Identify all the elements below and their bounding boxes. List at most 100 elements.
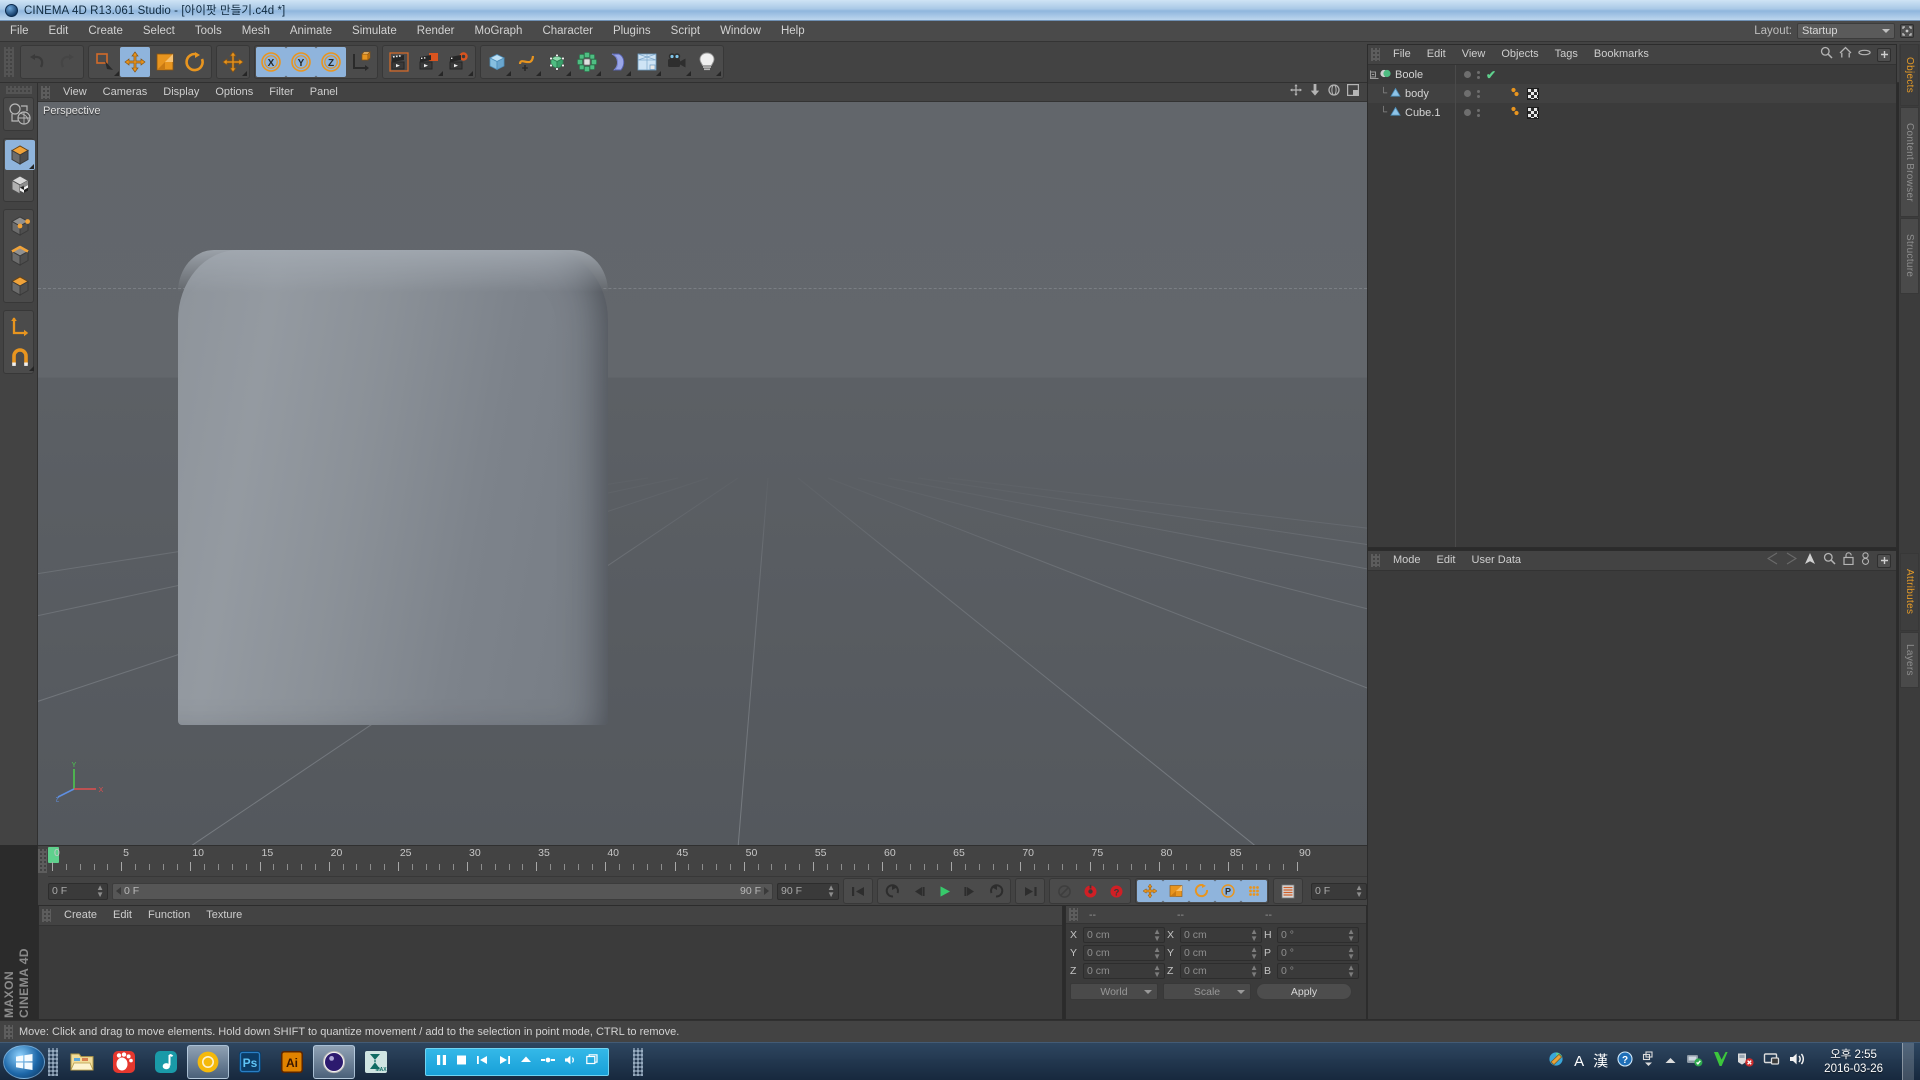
spinner-icon[interactable]: ▲ ▼ bbox=[1347, 964, 1355, 979]
mute-icon[interactable] bbox=[541, 1053, 555, 1071]
render-picture-viewer-icon[interactable] bbox=[414, 47, 444, 77]
menu-render[interactable]: Render bbox=[407, 21, 465, 41]
z-axis-icon[interactable]: Z bbox=[316, 47, 346, 77]
autokey-icon[interactable] bbox=[1051, 880, 1077, 902]
preview-end-field[interactable]: 90 F ▲ ▼ bbox=[777, 882, 839, 900]
viewport-menu-panel[interactable]: Panel bbox=[302, 83, 346, 101]
eye-icon[interactable] bbox=[1858, 46, 1871, 64]
visibility-row-body[interactable] bbox=[1456, 84, 1502, 103]
attr-menu-mode[interactable]: Mode bbox=[1385, 551, 1429, 570]
object-row-body[interactable]: └ body bbox=[1368, 84, 1455, 103]
redo-icon[interactable] bbox=[52, 47, 82, 77]
vlc-icon[interactable] bbox=[1712, 1051, 1728, 1072]
point-level-anim-icon[interactable] bbox=[1241, 880, 1267, 902]
viewport-grip[interactable] bbox=[41, 85, 50, 99]
undo-icon[interactable] bbox=[22, 47, 52, 77]
spinner-icon[interactable]: ▲ ▼ bbox=[1250, 946, 1258, 961]
camera-icon[interactable] bbox=[662, 47, 692, 77]
spinner-icon[interactable]: ▲ ▼ bbox=[1250, 928, 1258, 943]
taskbar-app-file-explorer[interactable] bbox=[61, 1045, 103, 1079]
keyframe-selection-icon[interactable]: ? bbox=[1103, 880, 1129, 902]
menu-edit[interactable]: Edit bbox=[39, 21, 79, 41]
scale-tool-icon[interactable] bbox=[150, 47, 180, 77]
taskbar-app-3dsmax[interactable]: MAX bbox=[355, 1045, 397, 1079]
object-row-cube1[interactable]: └ Cube.1 bbox=[1368, 103, 1455, 122]
spinner-icon[interactable]: ▲ ▼ bbox=[96, 884, 104, 899]
menu-create[interactable]: Create bbox=[78, 21, 133, 41]
spinner-icon[interactable]: ▲ ▼ bbox=[1347, 928, 1355, 943]
collapse-icon[interactable] bbox=[1368, 70, 1380, 79]
visibility-dot-icon[interactable] bbox=[1464, 71, 1471, 78]
dock-tab-layers[interactable]: Layers bbox=[1900, 632, 1919, 688]
status-bar-grip[interactable] bbox=[4, 1024, 13, 1039]
coord-input-pos-z[interactable]: 0 cm ▲ ▼ bbox=[1083, 963, 1165, 979]
material-checker-tag[interactable] bbox=[1527, 87, 1539, 100]
render-view-icon[interactable] bbox=[384, 47, 414, 77]
lock-icon[interactable] bbox=[1843, 551, 1854, 570]
x-axis-icon[interactable]: X bbox=[256, 47, 286, 77]
timeline-range-track[interactable]: 0 F 90 F bbox=[112, 882, 773, 900]
timeline-settings-icon[interactable] bbox=[1275, 880, 1301, 902]
menu-help[interactable]: Help bbox=[771, 21, 815, 41]
maximize-view-icon[interactable] bbox=[1347, 83, 1360, 101]
taskbar-clock[interactable]: 오후 2:55 2016-03-26 bbox=[1814, 1048, 1893, 1076]
right-frame-field[interactable]: 0 F ▲ ▼ bbox=[1311, 882, 1367, 900]
ipod-body-mesh[interactable] bbox=[178, 250, 608, 725]
render-dots-icon[interactable] bbox=[1477, 108, 1480, 117]
spinner-icon[interactable]: ▲ ▼ bbox=[1355, 884, 1363, 899]
layout-fullscreen-icon[interactable] bbox=[1900, 24, 1914, 38]
spinner-icon[interactable]: ▲ ▼ bbox=[1347, 946, 1355, 961]
coord-input-rot-p[interactable]: 0 ° ▲ ▼ bbox=[1277, 945, 1359, 961]
points-mode-icon[interactable] bbox=[5, 211, 35, 241]
search-icon[interactable] bbox=[1820, 46, 1833, 64]
object-manager-body[interactable]: Boole └ body └ Cube.1 ✔ bbox=[1368, 65, 1896, 547]
spline-pen-icon[interactable] bbox=[512, 47, 542, 77]
object-row-boole[interactable]: Boole bbox=[1368, 65, 1455, 84]
make-editable-icon[interactable] bbox=[5, 99, 35, 129]
pause-icon[interactable] bbox=[436, 1053, 447, 1071]
coord-input-size-y[interactable]: 0 cm ▲ ▼ bbox=[1180, 945, 1262, 961]
coord-input-rot-h[interactable]: 0 ° ▲ ▼ bbox=[1277, 927, 1359, 943]
y-axis-icon[interactable]: Y bbox=[286, 47, 316, 77]
taskbar-app-illustrator[interactable]: Ai bbox=[271, 1045, 313, 1079]
world-coordinate-icon[interactable] bbox=[346, 47, 376, 77]
nav-back-forward-icon[interactable] bbox=[1766, 552, 1798, 570]
add-panel-icon[interactable] bbox=[1877, 47, 1891, 62]
step-back-icon[interactable] bbox=[905, 880, 931, 902]
range-start-arrow-icon[interactable] bbox=[116, 887, 121, 895]
om-menu-edit[interactable]: Edit bbox=[1419, 45, 1454, 64]
attr-menu-user-data[interactable]: User Data bbox=[1464, 551, 1530, 570]
visibility-dot-icon[interactable] bbox=[1464, 109, 1471, 116]
viewport-menu-cameras[interactable]: Cameras bbox=[95, 83, 156, 101]
timeline-grip[interactable] bbox=[38, 849, 47, 873]
viewport-canvas[interactable]: Perspective Y X Z bbox=[38, 102, 1367, 845]
paint-tray-icon[interactable] bbox=[1548, 1051, 1565, 1072]
enabled-check-icon[interactable]: ✔ bbox=[1486, 69, 1496, 81]
floor-environment-icon[interactable] bbox=[632, 47, 662, 77]
mm-menu-edit[interactable]: Edit bbox=[105, 906, 140, 925]
link-icon[interactable] bbox=[1861, 551, 1870, 570]
taskbar-app-chromium[interactable] bbox=[187, 1044, 229, 1079]
previous-key-icon[interactable] bbox=[879, 880, 905, 902]
windows-start-icon[interactable] bbox=[3, 1044, 45, 1079]
live-selection-icon[interactable] bbox=[90, 47, 120, 77]
light-icon[interactable] bbox=[692, 47, 722, 77]
dock-tab-attributes[interactable]: Attributes bbox=[1900, 553, 1919, 631]
go-to-end-icon[interactable] bbox=[1017, 880, 1043, 902]
show-desktop-button[interactable] bbox=[1902, 1042, 1914, 1080]
rotate-tool-icon[interactable] bbox=[180, 47, 210, 77]
viewport-menu-view[interactable]: View bbox=[55, 83, 95, 101]
menu-animate[interactable]: Animate bbox=[280, 21, 342, 41]
coord-input-size-x[interactable]: 0 cm ▲ ▼ bbox=[1180, 927, 1262, 943]
home-icon[interactable] bbox=[1839, 46, 1852, 64]
viewport-menu-display[interactable]: Display bbox=[155, 83, 207, 101]
attributes-body[interactable] bbox=[1368, 571, 1896, 1019]
tray-grip[interactable] bbox=[633, 1047, 643, 1076]
deformer-bend-icon[interactable] bbox=[602, 47, 632, 77]
material-manager-grip[interactable] bbox=[42, 909, 51, 922]
pin-arrow-icon[interactable] bbox=[1804, 552, 1816, 570]
show-hidden-icon[interactable] bbox=[1642, 1051, 1655, 1072]
spinner-icon[interactable]: ▲ ▼ bbox=[1153, 928, 1161, 943]
texture-mode-icon[interactable] bbox=[5, 170, 35, 200]
spinner-icon[interactable]: ▲ ▼ bbox=[1153, 946, 1161, 961]
